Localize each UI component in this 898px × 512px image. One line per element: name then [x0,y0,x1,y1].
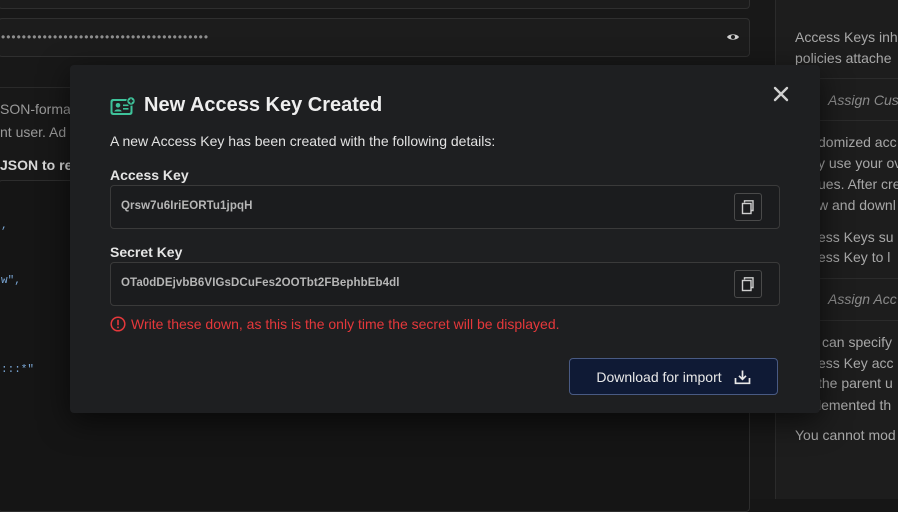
close-icon [773,86,789,102]
access-key-label: Access Key [110,167,189,183]
help-text: y use your ov [818,155,898,171]
policy-description-line: nt user. Ad [0,124,67,140]
access-key-icon [110,96,136,115]
eye-icon[interactable] [726,32,740,42]
code-line: :::*" [1,364,35,376]
help-heading: Assign Cus [828,92,898,108]
download-label: Download for import [596,368,722,385]
copy-secret-key-button[interactable] [734,270,762,298]
close-button[interactable] [770,83,792,105]
password-mask: •••••••••••••••••••••••••••••••••••••••• [1,30,210,44]
policy-description-line: SON-forma [0,101,71,117]
copy-access-key-button[interactable] [734,193,762,221]
copy-icon [741,200,754,215]
code-line: w", [1,275,21,287]
access-key-created-dialog: New Access Key Created A new Access Key … [70,65,820,413]
help-text: the parent u [818,375,893,391]
help-text: ues. After cre [818,176,898,192]
secret-key-field[interactable]: OTa0dDEjvbB6VIGsDCuFes2OOTbt2FBephbEb4dl [110,262,780,306]
secret-key-value[interactable]: OTa0dDEjvbB6VIGsDCuFes2OOTbt2FBephbEb4dl [121,277,400,289]
download-icon [734,370,750,384]
help-text: ess Key acc [818,355,894,371]
help-text: domized acc [818,134,897,150]
help-text: policies attache [795,50,892,66]
help-text: can specify [822,334,893,350]
code-line: , [1,220,8,232]
dialog-intro: A new Access Key has been created with t… [110,133,496,149]
copy-icon [741,277,754,292]
access-key-field[interactable]: Qrsw7u6IriEORTu1jpqH [110,185,780,229]
secret-key-label: Secret Key [110,244,183,260]
top-field[interactable] [0,0,750,9]
help-text: You cannot mod [795,427,896,443]
help-text: ess Keys su [818,229,894,245]
download-for-import-button[interactable]: Download for import [569,358,778,395]
help-text: Access Keys inh [795,29,898,45]
help-text: ess Key to l [818,249,891,265]
warning-text: Write these down, as this is the only ti… [131,316,560,332]
secret-key-input[interactable]: •••••••••••••••••••••••••••••••••••••••• [0,18,750,57]
dialog-title: New Access Key Created [144,94,383,116]
policy-description-line: JSON to re [0,157,73,173]
help-text: w and downl [818,197,896,213]
secret-warning: Write these down, as this is the only ti… [110,316,560,332]
help-text: lemented th [818,397,892,413]
access-key-value[interactable]: Qrsw7u6IriEORTu1jpqH [121,200,253,212]
help-heading: Assign Acc [828,291,897,307]
alert-circle-icon [110,316,126,332]
